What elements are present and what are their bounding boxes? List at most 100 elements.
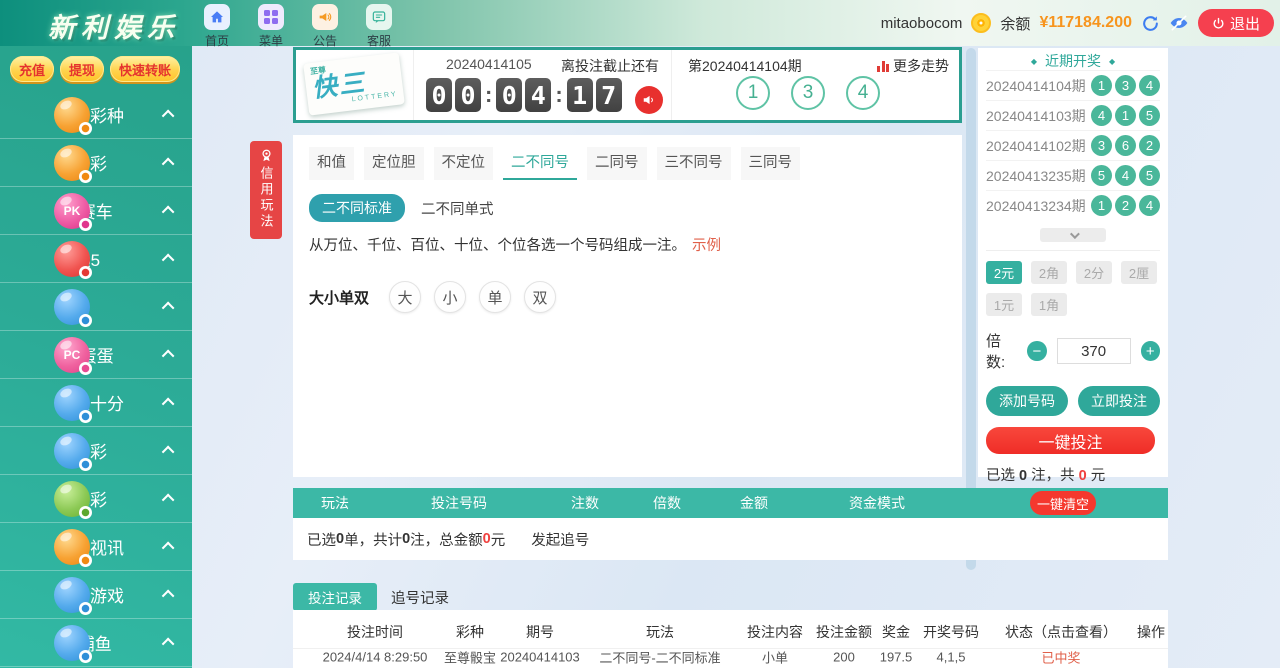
tab-ertonghao[interactable]: 二同号 [587,147,647,180]
nav-announcement[interactable]: 公告 [304,4,346,49]
tab-dingweidan[interactable]: 定位胆 [364,147,424,180]
tab-sanbutonghao[interactable]: 三不同号 [656,147,731,180]
refresh-balance-icon[interactable] [1141,14,1160,33]
subtab-single[interactable]: 二不同单式 [421,198,494,219]
denom-2yuan[interactable]: 2元 [986,261,1022,284]
sidebar-item-3d-fishing[interactable]: 3D捕鱼 [0,619,192,667]
one-click-bet-button[interactable]: 一键投注 [986,427,1155,454]
expand-recent-button[interactable] [1040,228,1106,242]
rec-row-numbers: 4,1,5 [936,649,966,665]
last-draw-numbers: 1 3 4 [736,76,880,110]
stake-buttons: 添加号码 立即投注 [986,386,1160,416]
lottery-ball-icon [54,433,92,471]
rec-row-time: 2024/4/14 8:29:50 [322,649,428,665]
customer-service-icon [366,4,392,30]
bet-now-button[interactable]: 立即投注 [1078,386,1160,416]
tab-erbutonghao[interactable]: 二不同号 [503,147,577,180]
option-odd[interactable]: 单 [479,281,512,313]
cart-col-play: 玩法 [321,495,349,511]
start-chase-link[interactable]: 发起追号 [531,529,589,550]
sidebar-item-futicai[interactable]: 福体彩 [0,475,192,523]
play-description: 从万位、千位、百位、十位、个位各选一个号码组成一注。 示例 [309,238,721,254]
menu-grid-icon [258,4,284,30]
clear-all-button[interactable]: 一键清空 [1030,491,1096,515]
rec-row-play: 二不同号-二不同标准 [599,650,721,666]
rec-col-status: 状态（点击查看） [1005,624,1117,640]
home-icon [204,4,230,30]
quick-transfer-button[interactable]: 快速转账 [110,56,181,82]
balance-amount: ¥117184.200 [1039,14,1132,31]
nav-service[interactable]: 客服 [358,4,400,49]
records-table: 投注时间 彩种 期号 玩法 投注内容 投注金额 奖金 开奖号码 状态（点击查看）… [293,610,1168,668]
lottery-ball-icon [54,529,92,567]
rec-row-amount: 200 [833,649,855,665]
tab-budingwei[interactable]: 不定位 [433,147,493,180]
multiplier-plus-button[interactable]: + [1140,341,1161,361]
logout-button[interactable]: 退出 [1197,9,1274,37]
announcement-icon [312,4,338,30]
power-icon [1213,17,1224,29]
sidebar-item-live-video[interactable]: 真人视讯 [0,523,192,571]
sidebar-item-kuaile10[interactable]: 快乐十分 [0,379,192,427]
sidebar-item-shishicai[interactable]: 时时彩 [0,139,192,187]
denom-1yuan[interactable]: 1元 [986,293,1022,316]
sidebar-item-pcdandan[interactable]: PC PC蛋蛋 [0,331,192,379]
sidebar-item-pk-racing[interactable]: PK PK赛车 [0,187,192,235]
cart-header-bar: 玩法 投注号码 注数 倍数 金额 资金模式 一键清空 [293,488,1168,518]
sidebar-item-liuhecai[interactable]: 六合彩 [0,427,192,475]
add-number-button[interactable]: 添加号码 [986,386,1068,416]
sound-speaker-icon[interactable] [635,86,663,114]
lottery-ball-icon [54,145,92,183]
withdraw-button[interactable]: 提现 [60,56,105,82]
top-header: 新利娱乐 首页 菜单 公告 客服 mitaobocom 余额 ¥117184.2… [0,0,1280,49]
denom-2jiao[interactable]: 2角 [1031,261,1067,284]
game-logo-zone: 至尊 快三 LOTTERY [296,50,414,120]
rec-col-play: 玩法 [646,624,674,640]
tab-bet-records[interactable]: 投注记录 [293,583,377,611]
denom-1jiao[interactable]: 1角 [1031,293,1067,316]
sidebar-item-11x5[interactable]: 11选5 [0,235,192,283]
rec-row-status[interactable]: 已中奖 [1041,648,1080,667]
multiplier-row: 倍数: − + [986,330,1161,372]
sidebar-item-kuai3[interactable]: 快3 [0,283,192,331]
multiplier-label: 倍数: [986,333,1006,371]
tab-santonghao[interactable]: 三同号 [740,147,800,180]
more-trends-link[interactable]: 更多走势 [877,56,949,76]
lottery-ball-icon: PK [54,193,92,231]
denom-2li[interactable]: 2厘 [1121,261,1157,284]
credit-play-side-tab[interactable]: 信用玩法 [250,141,282,239]
balance-label: 余额 [1000,15,1031,33]
selected-summary: 已选 0 注，共 0 元 [986,468,1106,484]
denom-2fen[interactable]: 2分 [1076,261,1112,284]
site-logo: 新利娱乐 [48,13,180,43]
rec-col-action: 操作 [1137,624,1165,640]
option-small[interactable]: 小 [434,281,467,313]
lottery-ball-icon [54,289,92,327]
credit-play-label: 信用玩法 [258,166,274,230]
tab-chase-records[interactable]: 追号记录 [391,587,449,608]
hide-balance-eye-off-icon[interactable] [1169,13,1189,33]
option-even[interactable]: 双 [524,281,557,313]
sub-play-tabs: 二不同标准 二不同单式 [293,180,962,222]
subtab-standard[interactable]: 二不同标准 [309,194,405,222]
multiplier-minus-button[interactable]: − [1027,341,1047,361]
last-result-zone: 第20240414104期 更多走势 1 3 4 [672,50,959,120]
deposit-button[interactable]: 充值 [10,56,55,82]
sidebar-item-hot-lottery[interactable]: 热门彩种 [0,91,192,139]
sidebar: 充值 提现 快速转账 热门彩种 时时彩 PK PK赛车 11选5 快3 [0,46,192,668]
lottery-ball-icon [54,625,92,663]
game-info-panel: 至尊 快三 LOTTERY 20240414105 离投注截止还有 00:04:… [293,47,962,123]
nav-menu[interactable]: 菜单 [250,4,292,49]
sidebar-item-sports[interactable]: 体育游戏 [0,571,192,619]
countdown-timer: 00:04:17 [426,78,622,112]
option-big[interactable]: 大 [389,281,422,313]
example-link[interactable]: 示例 [692,238,721,254]
multiplier-input[interactable] [1056,338,1131,364]
draw-number: 1 [736,76,770,110]
countdown-zone: 20240414105 离投注截止还有 00:04:17 [414,50,672,120]
rec-col-numbers: 开奖号码 [923,624,979,640]
tab-hezhi[interactable]: 和值 [309,147,354,180]
nav-home-label: 首页 [204,34,229,48]
group-label: 大小单双 [309,289,370,307]
nav-home[interactable]: 首页 [196,4,238,49]
